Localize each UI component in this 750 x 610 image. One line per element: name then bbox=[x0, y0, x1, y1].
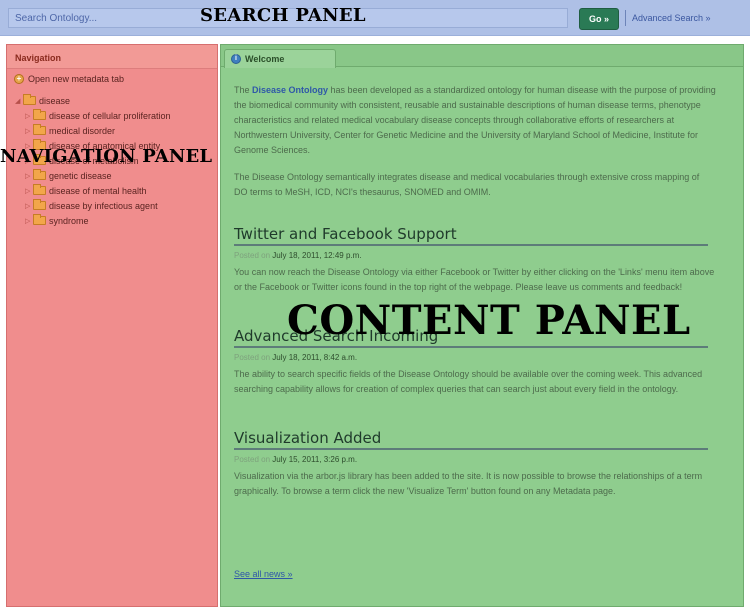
search-panel: SEARCH PANEL Go » Advanced Search » bbox=[0, 0, 750, 36]
folder-icon bbox=[33, 199, 46, 210]
tree-node-label: disease bbox=[39, 95, 71, 106]
tree-node[interactable]: ▷ disease by infectious agent bbox=[15, 198, 171, 213]
intro-prefix: The bbox=[234, 85, 253, 95]
news-item: Visualization Added Posted on July 15, 2… bbox=[234, 429, 724, 499]
disease-ontology-link[interactable]: Disease Ontology bbox=[252, 85, 328, 95]
folder-icon bbox=[33, 154, 46, 165]
news-item: Twitter and Facebook Support Posted on J… bbox=[234, 225, 724, 295]
collapsed-arrow-icon[interactable]: ▷ bbox=[25, 112, 33, 120]
tree-node[interactable]: ▷ medical disorder bbox=[15, 123, 171, 138]
ontology-tree: ◢ disease ▷ disease of cellular prolifer… bbox=[15, 93, 171, 228]
folder-icon bbox=[33, 124, 46, 135]
folder-icon bbox=[23, 94, 36, 105]
collapsed-arrow-icon[interactable]: ▷ bbox=[25, 202, 33, 210]
advanced-search-link[interactable]: Advanced Search » bbox=[632, 13, 711, 23]
folder-icon bbox=[33, 214, 46, 225]
news-meta: Posted on July 18, 2011, 8:42 a.m. bbox=[234, 353, 724, 362]
news-title[interactable]: Visualization Added bbox=[234, 429, 708, 450]
news-body: The ability to search specific fields of… bbox=[234, 369, 703, 394]
folder-icon bbox=[33, 184, 46, 195]
news-title[interactable]: Twitter and Facebook Support bbox=[234, 225, 708, 246]
tree-node-label: disease of metabolism bbox=[49, 155, 139, 166]
tree-node[interactable]: ▷ disease of cellular proliferation bbox=[15, 108, 171, 123]
tab-strip: i Welcome bbox=[221, 45, 743, 68]
tree-node-label: genetic disease bbox=[49, 170, 112, 181]
tree-node[interactable]: ▷ genetic disease bbox=[15, 168, 171, 183]
news-title[interactable]: Advanced Search Incoming bbox=[234, 327, 708, 348]
folder-icon bbox=[33, 109, 46, 120]
info-icon: i bbox=[231, 54, 241, 64]
collapsed-arrow-icon[interactable]: ▷ bbox=[25, 142, 33, 150]
news-date: July 15, 2011, 3:26 p.m. bbox=[272, 455, 358, 464]
divider bbox=[625, 10, 626, 26]
intro-paragraph: The Disease Ontology has been developed … bbox=[234, 83, 724, 158]
news-meta: Posted on July 18, 2011, 12:49 p.m. bbox=[234, 251, 724, 260]
collapsed-arrow-icon[interactable]: ▷ bbox=[25, 157, 33, 165]
tree-node-root[interactable]: ◢ disease bbox=[15, 93, 171, 108]
tree-node-label: disease by infectious agent bbox=[49, 200, 158, 211]
collapsed-arrow-icon[interactable]: ▷ bbox=[25, 127, 33, 135]
collapsed-arrow-icon[interactable]: ▷ bbox=[25, 172, 33, 180]
open-tab-label: Open new metadata tab bbox=[28, 74, 125, 84]
tree-node[interactable]: ▷ disease of metabolism bbox=[15, 153, 171, 168]
news-date: July 18, 2011, 8:42 a.m. bbox=[272, 353, 358, 362]
tab-label: Welcome bbox=[245, 54, 285, 64]
tree-node[interactable]: ▷ syndrome bbox=[15, 213, 171, 228]
tree-node-label: syndrome bbox=[49, 215, 89, 226]
news-body: Visualization via the arbor.js library h… bbox=[234, 471, 703, 496]
posted-label: Posted on bbox=[234, 251, 271, 260]
open-metadata-tab-button[interactable]: + Open new metadata tab bbox=[14, 74, 124, 84]
intro-text: has been developed as a standardized ont… bbox=[234, 85, 716, 155]
folder-icon bbox=[33, 169, 46, 180]
tree-node-label: disease of mental health bbox=[49, 185, 147, 196]
collapsed-arrow-icon[interactable]: ▷ bbox=[25, 217, 33, 225]
tab-welcome[interactable]: i Welcome bbox=[224, 49, 336, 68]
navigation-title: Navigation bbox=[7, 45, 217, 69]
tree-node-label: medical disorder bbox=[49, 125, 116, 136]
tree-node[interactable]: ▷ disease of anatomical entity bbox=[15, 138, 171, 153]
posted-label: Posted on bbox=[234, 455, 271, 464]
expand-arrow-icon[interactable]: ◢ bbox=[15, 97, 23, 105]
tree-node-label: disease of cellular proliferation bbox=[49, 110, 171, 121]
collapsed-arrow-icon[interactable]: ▷ bbox=[25, 187, 33, 195]
search-input[interactable] bbox=[8, 8, 568, 28]
see-all-news-link[interactable]: See all news » bbox=[234, 569, 293, 579]
news-body: You can now reach the Disease Ontology v… bbox=[234, 267, 715, 292]
content-panel: i Welcome The Disease Ontology has been … bbox=[220, 44, 744, 607]
plus-icon: + bbox=[14, 74, 24, 84]
folder-icon bbox=[33, 139, 46, 150]
news-item: Advanced Search Incoming Posted on July … bbox=[234, 327, 724, 397]
navigation-panel: Navigation + Open new metadata tab ◢ dis… bbox=[6, 44, 218, 607]
go-button[interactable]: Go » bbox=[579, 8, 619, 30]
tree-node[interactable]: ▷ disease of mental health bbox=[15, 183, 171, 198]
news-date: July 18, 2011, 12:49 p.m. bbox=[272, 251, 362, 260]
posted-label: Posted on bbox=[234, 353, 271, 362]
tree-node-label: disease of anatomical entity bbox=[49, 140, 161, 151]
news-meta: Posted on July 15, 2011, 3:26 p.m. bbox=[234, 455, 724, 464]
intro-paragraph-2: The Disease Ontology semantically integr… bbox=[234, 172, 700, 197]
